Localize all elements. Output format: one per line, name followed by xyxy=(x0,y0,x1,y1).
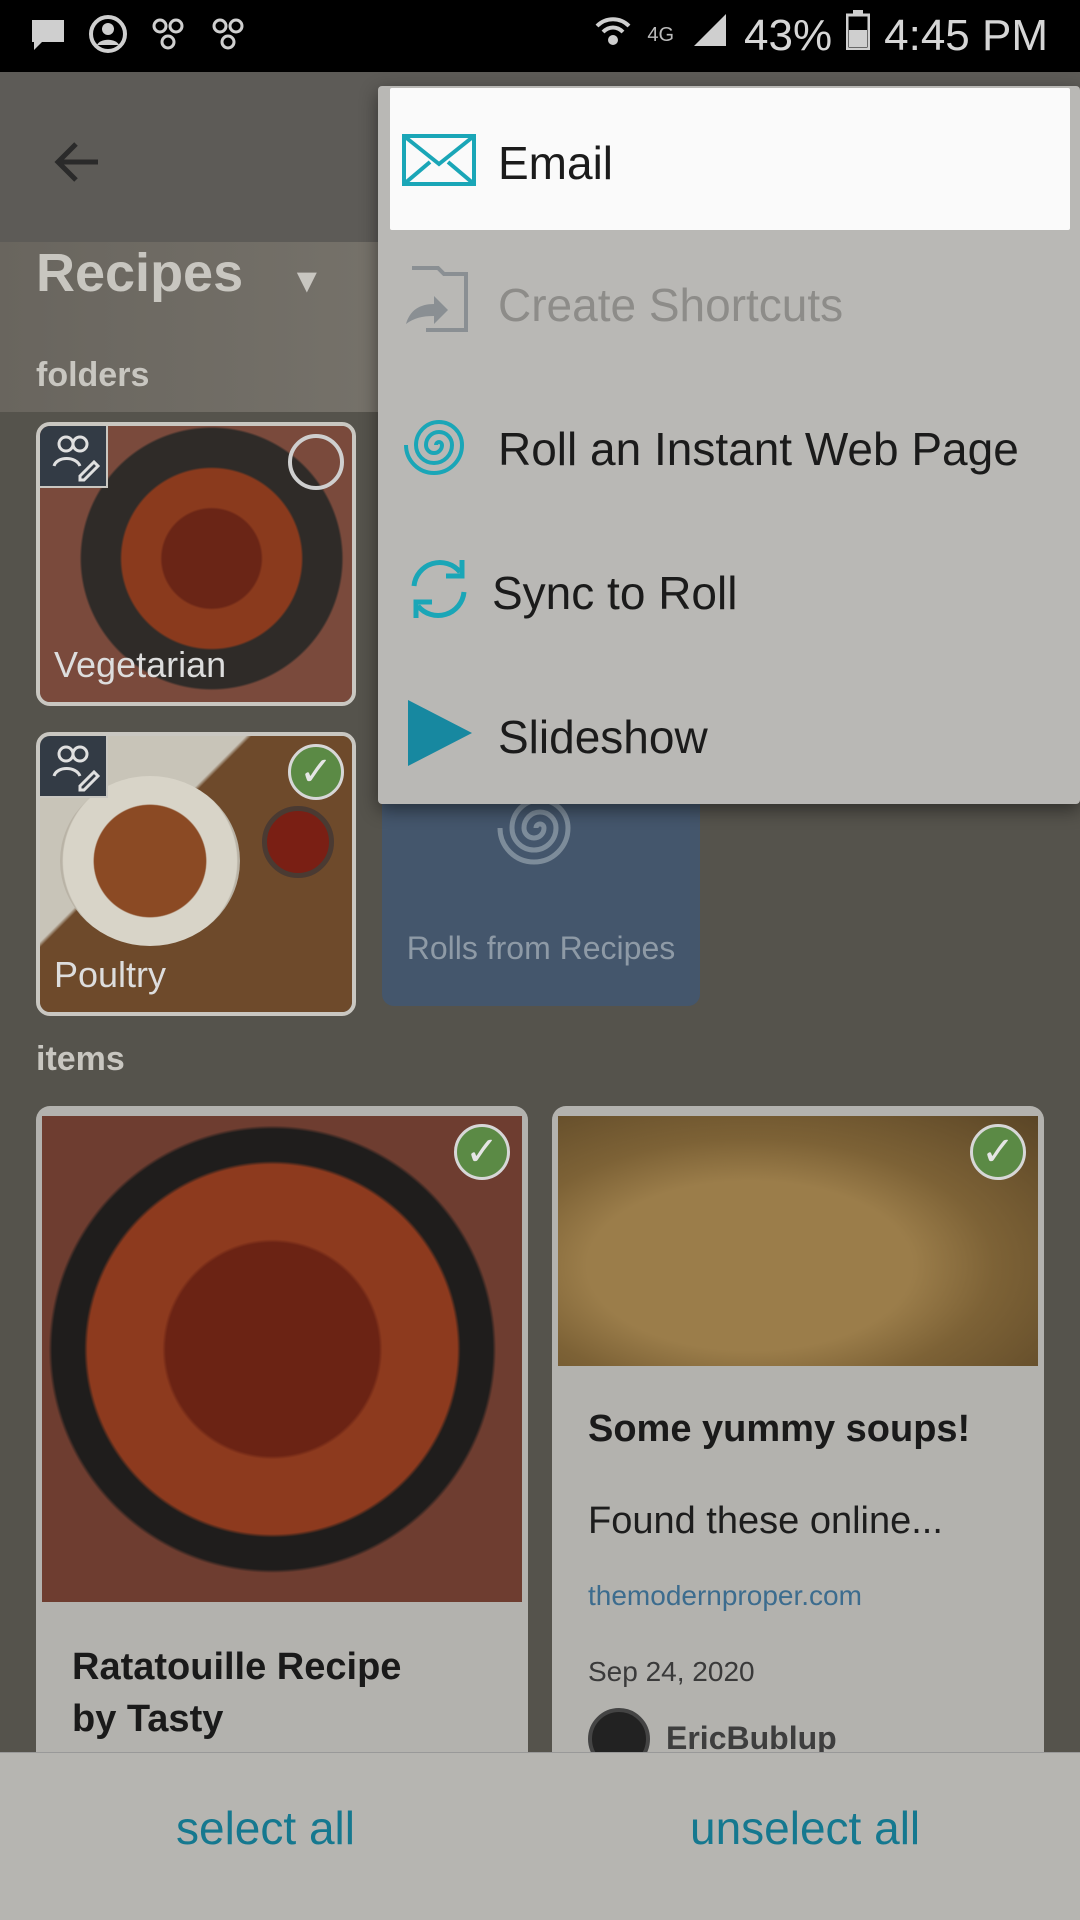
item-image xyxy=(42,1116,522,1602)
play-icon xyxy=(408,700,472,766)
item-text: Found these online... xyxy=(588,1500,943,1542)
account-icon xyxy=(88,14,128,54)
item-date: Sep 24, 2020 xyxy=(588,1656,755,1687)
app-notification-icon xyxy=(148,14,188,54)
sync-icon xyxy=(411,560,467,618)
select-all-button[interactable]: select all xyxy=(176,1801,355,1855)
item-card[interactable]: ✓ Some yummy soups! Found these online..… xyxy=(552,1106,1044,1766)
message-icon xyxy=(28,14,68,54)
menu-item-sync-to-roll[interactable]: Sync to Roll xyxy=(378,518,1080,660)
menu-item-create-shortcuts[interactable]: Create Shortcuts xyxy=(378,230,1080,372)
item-title-line1: Ratatouille Recipe xyxy=(72,1646,402,1688)
shared-folder-icon xyxy=(40,736,108,798)
page-title[interactable]: Recipes xyxy=(36,242,243,304)
menu-label: Email xyxy=(498,137,614,189)
sauce-bowl xyxy=(262,806,334,878)
app-notification-icon xyxy=(208,14,248,54)
wifi-icon xyxy=(593,10,633,61)
battery-icon xyxy=(845,10,871,61)
signal-icon xyxy=(690,10,730,61)
selection-circle[interactable] xyxy=(288,434,344,490)
status-bar: 4G 43% 4:45 PM xyxy=(0,0,1080,72)
checkmark-icon[interactable]: ✓ xyxy=(288,744,344,800)
bottom-bar: select all unselect all xyxy=(0,1752,1080,1920)
menu-label: Sync to Roll xyxy=(492,567,738,619)
rolls-label: Rolls from Recipes xyxy=(406,930,676,966)
folder-name: Poultry xyxy=(54,954,167,995)
item-link[interactable]: themodernproper.com xyxy=(588,1580,862,1612)
menu-label: Create Shortcuts xyxy=(498,279,844,331)
checkmark-icon[interactable]: ✓ xyxy=(970,1124,1026,1180)
menu-item-slideshow[interactable]: Slideshow xyxy=(378,662,1080,804)
folder-tile[interactable]: ✓ Poultry xyxy=(36,732,356,1016)
menu-item-roll-web-page[interactable]: Roll an Instant Web Page xyxy=(378,374,1080,516)
item-title-line2: by Tasty xyxy=(72,1698,224,1740)
envelope-icon xyxy=(402,134,476,186)
arrow-left-icon xyxy=(54,142,98,182)
item-image xyxy=(558,1116,1038,1366)
menu-label: Roll an Instant Web Page xyxy=(498,423,1019,475)
network-type: 4G xyxy=(647,24,675,46)
unselect-all-button[interactable]: unselect all xyxy=(690,1801,920,1855)
menu-item-email[interactable]: Email xyxy=(390,88,1070,230)
clock: 4:45 PM xyxy=(884,10,1048,60)
items-label: items xyxy=(36,1040,125,1078)
folder-name: Vegetarian xyxy=(54,644,227,685)
menu-label: Slideshow xyxy=(498,711,708,763)
folders-label: folders xyxy=(36,356,150,394)
spiral-icon xyxy=(404,420,465,475)
caret-down-icon[interactable]: ▼ xyxy=(290,262,324,301)
item-title: Some yummy soups! xyxy=(588,1408,971,1450)
shortcut-icon xyxy=(406,266,468,332)
item-card[interactable]: ✓ Ratatouille Recipe by Tasty xyxy=(36,1106,528,1766)
folder-tile[interactable]: Vegetarian xyxy=(36,422,356,706)
back-button[interactable] xyxy=(48,132,108,192)
shared-folder-icon xyxy=(40,426,108,488)
battery-percent: 43% xyxy=(744,10,833,60)
checkmark-icon[interactable]: ✓ xyxy=(454,1124,510,1180)
overflow-menu: Email Create Shortcuts Roll an Instant W… xyxy=(378,86,1080,804)
food-plate xyxy=(60,776,240,946)
